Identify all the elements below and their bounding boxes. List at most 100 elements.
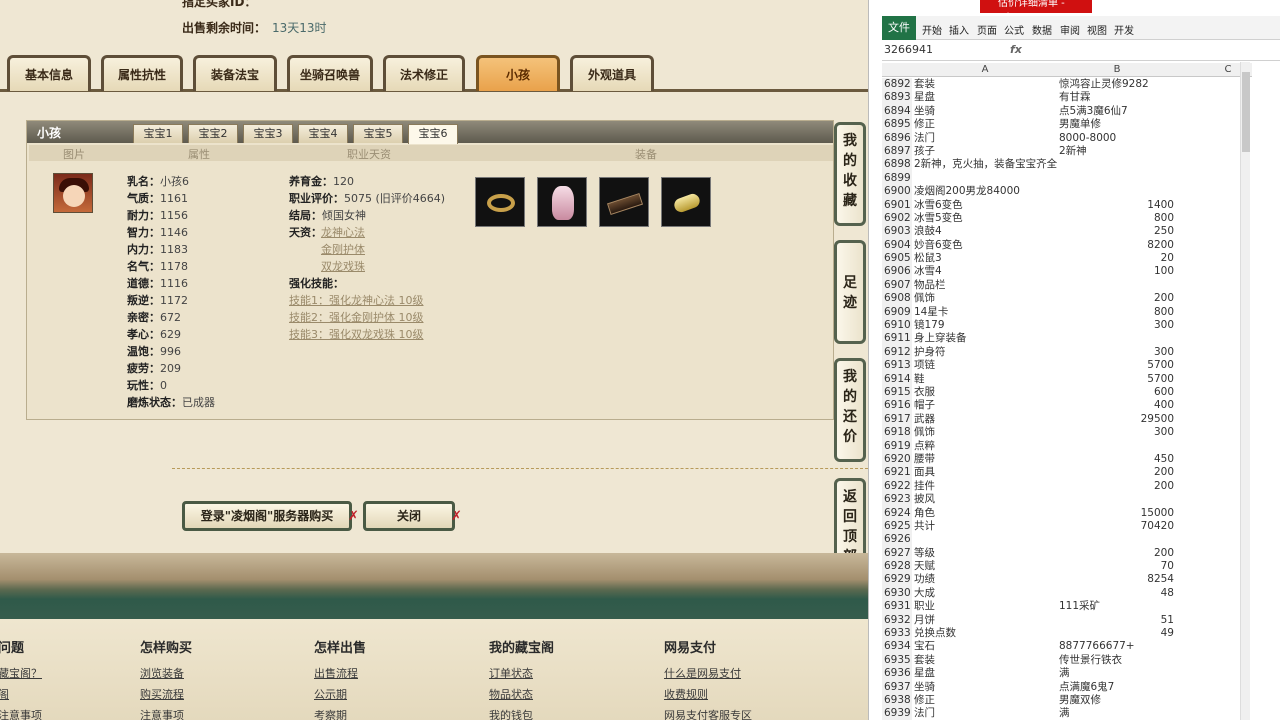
cell-a[interactable]: 浪鼓4 [914,225,1056,238]
row-number[interactable]: 6911 [882,332,912,346]
cell-a[interactable]: 松鼠3 [914,252,1056,265]
cell-b[interactable]: 49 [1059,627,1174,640]
cell-a[interactable]: 武器 [914,413,1056,426]
cell-a[interactable]: 项链 [914,359,1056,372]
cell-b[interactable]: 300 [1059,426,1174,439]
row-number[interactable]: 6892 [882,78,912,92]
row-number[interactable]: 6893 [882,91,912,105]
row-number[interactable]: 6902 [882,211,912,226]
row-number[interactable]: 6915 [882,385,912,400]
cell-a[interactable]: 大成 [914,587,1056,600]
cell-a[interactable]: 衣服 [914,386,1056,399]
cell-a[interactable]: 星盘 [914,667,1056,680]
row-number[interactable]: 6928 [882,560,912,574]
cell-b[interactable]: 29500 [1059,413,1174,426]
row-number[interactable]: 6936 [882,667,912,681]
row-number[interactable]: 6899 [882,171,912,186]
ribbon-tab-file[interactable]: 文件 [882,16,916,40]
skill-link-2[interactable]: 技能2：强化金刚护体 10级 [289,309,424,325]
cell-a[interactable]: 孩子 [914,145,1056,158]
tab-baby-1[interactable]: 宝宝1 [133,124,183,143]
row-number[interactable]: 6906 [882,265,912,279]
cell-a[interactable]: 星盘 [914,91,1056,104]
row-number[interactable]: 6901 [882,198,912,212]
close-button[interactable]: 关闭 [363,501,455,531]
cell-b[interactable]: 5700 [1059,359,1174,372]
footer-link[interactable]: 网易支付客服专区 [664,707,752,720]
cell-a[interactable]: 兑换点数 [914,627,1056,640]
cell-a[interactable]: 鞋 [914,373,1056,386]
row-number[interactable]: 6937 [882,680,912,694]
row-number[interactable]: 6929 [882,573,912,587]
row-number[interactable]: 6914 [882,372,912,386]
cell-a[interactable]: 角色 [914,507,1056,520]
row-number[interactable]: 6917 [882,412,912,427]
row-number[interactable]: 6909 [882,305,912,320]
vertical-scrollbar[interactable] [1240,62,1250,720]
tab-baby-5[interactable]: 宝宝5 [353,124,403,143]
tab-baby-6[interactable]: 宝宝6 [408,124,458,144]
cell-b[interactable]: 传世景行铁衣 [1059,654,1174,667]
cell-b[interactable]: 8200 [1059,239,1174,252]
row-number[interactable]: 6934 [882,640,912,654]
row-number[interactable]: 6922 [882,479,912,494]
cell-b[interactable]: 600 [1059,386,1174,399]
cell-b[interactable]: 8254 [1059,573,1174,586]
cell-a[interactable]: 天赋 [914,560,1056,573]
cell-b[interactable]: 300 [1059,346,1174,359]
cell-a[interactable]: 身上穿装备 [914,332,1056,345]
cell-a[interactable]: 套装 [914,78,1056,91]
cell-a[interactable]: 冰雪4 [914,265,1056,278]
cell-a[interactable]: 月饼 [914,614,1056,627]
footer-link[interactable]: 阁 [0,686,42,707]
cell-a[interactable]: 法门 [914,707,1056,720]
cell-a[interactable]: 妙音6变色 [914,239,1056,252]
tab-child[interactable]: 小孩 [476,55,560,91]
cell-b[interactable]: 满 [1059,707,1174,720]
cell-a[interactable]: 披风 [914,493,1056,506]
cell-a[interactable]: 宝石 [914,640,1056,653]
cell-b[interactable]: 有甘霖 [1059,91,1174,104]
cell-b[interactable]: 200 [1059,292,1174,305]
footer-link[interactable]: 浏览装备 [140,665,192,686]
row-number[interactable]: 6930 [882,586,912,601]
cell-b[interactable]: 250 [1059,225,1174,238]
row-number[interactable]: 6925 [882,519,912,534]
footer-link[interactable]: 注意事项 [0,707,42,720]
cell-b[interactable]: 200 [1059,466,1174,479]
row-number[interactable]: 6910 [882,319,912,333]
cell-a[interactable]: 修正 [914,118,1056,131]
ribbon-tab-layout[interactable]: 页面 [977,22,997,37]
tab-basic-info[interactable]: 基本信息 [7,55,91,91]
row-number[interactable]: 6932 [882,613,912,628]
cell-b[interactable]: 8877766677+ [1059,640,1174,653]
cell-b[interactable]: 800 [1059,306,1174,319]
row-number[interactable]: 6927 [882,546,912,561]
cell-b[interactable]: 2新神 [1059,145,1174,158]
row-number[interactable]: 6907 [882,278,912,293]
cell-b[interactable]: 51 [1059,614,1174,627]
ribbon-tab-view[interactable]: 视图 [1087,22,1107,37]
row-number[interactable]: 6933 [882,627,912,641]
my-counteroffer-button[interactable]: 我的还价 [834,358,866,462]
cell-b[interactable]: 男魔单修 [1059,118,1174,131]
row-number[interactable]: 6939 [882,707,912,720]
cell-a[interactable]: 等级 [914,547,1056,560]
cell-b[interactable]: 300 [1059,319,1174,332]
row-number[interactable]: 6923 [882,493,912,507]
cell-b[interactable]: 点满魔6鬼7 [1059,681,1174,694]
scroll-thumb[interactable] [1242,72,1250,152]
skill-link-1[interactable]: 技能1：强化龙神心法 10级 [289,292,424,308]
row-number[interactable]: 6931 [882,600,912,614]
row-number[interactable]: 6938 [882,693,912,708]
cell-a[interactable]: 腰带 [914,453,1056,466]
row-number[interactable]: 6920 [882,452,912,467]
cell-a[interactable]: 佩饰 [914,426,1056,439]
cell-b[interactable]: 111采矿 [1059,600,1174,613]
row-number[interactable]: 6926 [882,533,912,547]
footer-link[interactable]: 购买流程 [140,686,192,707]
cell-b[interactable]: 400 [1059,399,1174,412]
row-number[interactable]: 6904 [882,238,912,253]
cell-a[interactable]: 修正 [914,694,1056,707]
tab-spell-correction[interactable]: 法术修正 [383,55,465,91]
